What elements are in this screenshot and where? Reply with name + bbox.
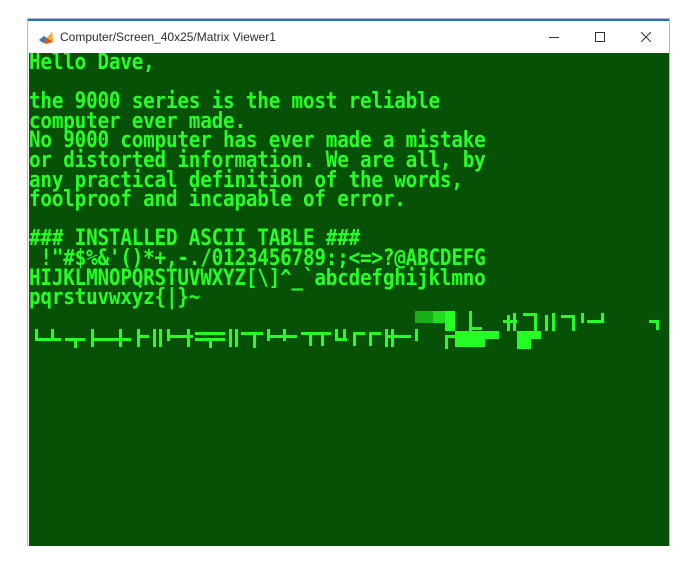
box-glyph-26 xyxy=(301,332,331,335)
box-glyph-41 xyxy=(445,335,455,338)
box-glyph-39 xyxy=(415,329,418,341)
box-glyph-18 xyxy=(209,338,212,348)
minimize-icon xyxy=(549,37,559,38)
box-glyph-24 xyxy=(267,335,297,338)
solid-block xyxy=(455,331,485,347)
box-glyph-12 xyxy=(159,329,162,347)
box-glyph-28 xyxy=(321,332,324,346)
terminal-text: Hello Dave, the 9000 series is the most r… xyxy=(29,53,551,308)
shade-block-light xyxy=(415,311,433,323)
line-glyph-3 xyxy=(503,320,517,323)
shade-block-medium xyxy=(433,311,445,323)
line-glyph-7 xyxy=(552,313,555,331)
maximize-icon xyxy=(595,32,605,42)
box-glyph-10 xyxy=(137,335,149,338)
box-glyph-21 xyxy=(241,332,263,335)
box-glyph-33 xyxy=(353,332,365,335)
box-glyph-5 xyxy=(74,338,77,348)
box-glyph-27 xyxy=(309,332,312,346)
box-glyph-7 xyxy=(91,338,131,341)
box-glyph-11 xyxy=(153,329,156,347)
left-block xyxy=(517,331,531,349)
minimize-button[interactable] xyxy=(531,21,577,53)
matrix-viewer-window: Computer/Screen_40x25/Matrix Viewer1 Hel… xyxy=(27,18,670,546)
title-bar[interactable]: Computer/Screen_40x25/Matrix Viewer1 xyxy=(28,21,669,53)
box-glyph-35 xyxy=(369,332,372,346)
upper-half-block xyxy=(485,331,499,339)
box-glyph-25 xyxy=(283,329,286,341)
box-glyph-16 xyxy=(195,332,225,335)
screen-line-13: pqrstuvwxyz{|}~ xyxy=(29,285,201,311)
maximize-button[interactable] xyxy=(577,21,623,53)
line-glyph-14 xyxy=(656,320,659,330)
ascii-graphics-row xyxy=(29,311,669,351)
box-glyph-3 xyxy=(51,329,54,341)
line-glyph-5 xyxy=(534,313,537,331)
box-glyph-37 xyxy=(391,329,394,347)
box-glyph-38 xyxy=(385,335,411,338)
line-glyph-9 xyxy=(572,315,575,331)
box-glyph-8 xyxy=(119,329,122,347)
box-glyph-19 xyxy=(229,329,232,347)
full-block xyxy=(445,311,455,331)
line-glyph-12 xyxy=(601,313,604,323)
line-glyph-1 xyxy=(507,315,510,331)
matlab-app-icon xyxy=(38,29,54,45)
box-glyph-2 xyxy=(35,338,61,341)
box-glyph-15 xyxy=(187,329,190,347)
close-icon xyxy=(641,32,651,42)
terminal-screen: Hello Dave, the 9000 series is the most r… xyxy=(29,53,669,546)
window-controls xyxy=(531,21,669,53)
line-glyph-11 xyxy=(587,320,601,323)
line-glyph-6 xyxy=(545,315,548,331)
box-glyph-20 xyxy=(235,329,238,347)
box-glyph-9 xyxy=(137,329,140,347)
screen-line-8: foolproof and incapable of error. xyxy=(29,187,406,213)
window-title: Computer/Screen_40x25/Matrix Viewer1 xyxy=(60,30,276,44)
close-button[interactable] xyxy=(623,21,669,53)
box-glyph-22 xyxy=(253,332,256,348)
bar-foot xyxy=(472,327,482,330)
screen-line-1: Hello Dave, xyxy=(29,53,155,75)
box-glyph-36 xyxy=(385,329,388,347)
top-block xyxy=(531,331,541,339)
box-glyph-31 xyxy=(335,338,347,341)
line-glyph-10 xyxy=(581,313,584,323)
